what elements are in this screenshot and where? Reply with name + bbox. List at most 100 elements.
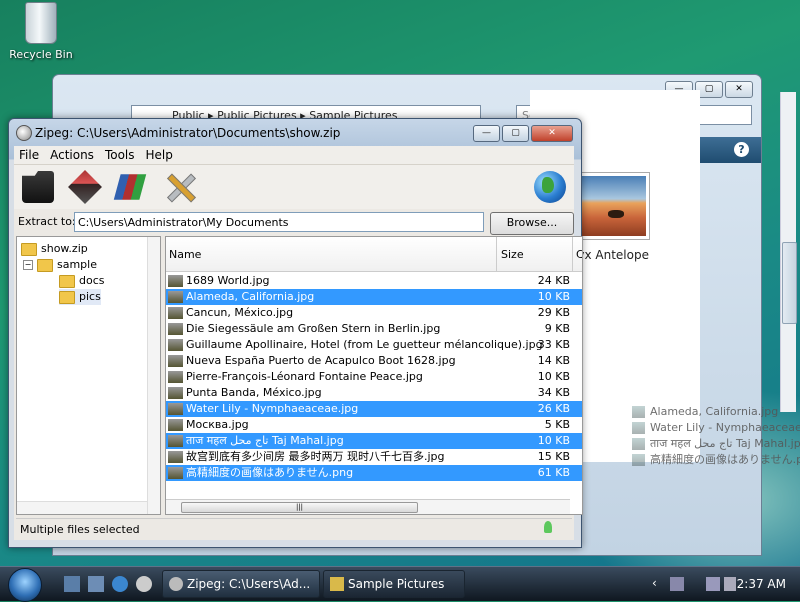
image-thumbnail-icon: [168, 371, 183, 383]
minimize-button[interactable]: —: [473, 125, 500, 142]
image-thumbnail-icon: [168, 323, 183, 335]
column-separator[interactable]: [572, 237, 573, 271]
tree-node-docs[interactable]: docs: [59, 273, 105, 289]
zipeg-body: File Actions Tools Help Extract to: C:\U…: [14, 146, 583, 540]
zipeg-window-controls: — ▢ ✕: [473, 125, 573, 142]
recycle-bin-label: Recycle Bin: [9, 48, 73, 61]
file-size: 34 KB: [537, 386, 570, 399]
tree-horizontal-scrollbar[interactable]: [17, 501, 147, 514]
tree-vertical-scrollbar[interactable]: [147, 237, 160, 514]
file-name: ताज महल تاج محل Taj Mahal.jpg: [186, 434, 344, 447]
image-thumbnail-icon: [168, 339, 183, 351]
file-row[interactable]: Water Lily - Nymphaeaceae.jpg 26 KB: [166, 401, 582, 417]
file-size: 10 KB: [537, 434, 570, 447]
books-icon[interactable]: [113, 174, 147, 200]
internet-explorer-icon[interactable]: [112, 576, 128, 592]
globe-icon[interactable]: [534, 171, 566, 203]
image-thumbnail-icon: [168, 291, 183, 303]
tree-node-show-zip[interactable]: show.zip: [21, 241, 88, 257]
drag-item: 高精細度の画像はありません.png: [632, 452, 800, 468]
menu-help[interactable]: Help: [141, 146, 179, 164]
maximize-button[interactable]: ▢: [502, 125, 529, 142]
menu-file[interactable]: File: [14, 146, 45, 164]
tree-node-pics[interactable]: pics: [59, 289, 101, 305]
file-list[interactable]: Name Size C 1689 World.jpg 24 KB Alameda, …: [165, 236, 583, 515]
image-icon: [632, 454, 645, 466]
help-icon[interactable]: ?: [734, 142, 749, 157]
file-row[interactable]: 故宫到底有多少间房 最多时两万 现时八千七百多.jpg 15 KB: [166, 449, 582, 465]
image-thumbnail-icon: [168, 435, 183, 447]
file-row[interactable]: Guillaume Apollinaire, Hotel (from Le gu…: [166, 337, 582, 353]
zipeg-logo-icon: [16, 125, 32, 141]
folder-icon: [59, 290, 75, 304]
image-thumbnail-icon: [168, 307, 183, 319]
list-header: Name Size C: [166, 237, 582, 272]
recycle-bin[interactable]: Recycle Bin: [6, 2, 76, 61]
explorer-scrollbar[interactable]: [780, 92, 797, 412]
start-button[interactable]: [8, 568, 42, 602]
file-row[interactable]: Alameda, California.jpg 10 KB: [166, 289, 582, 305]
computer-icon[interactable]: [706, 577, 720, 591]
extract-box-icon[interactable]: [68, 170, 102, 204]
file-name: 故宫到底有多少间房 最多时两万 现时八千七百多.jpg: [186, 450, 445, 463]
tools-icon[interactable]: [164, 171, 196, 203]
tree-node-sample[interactable]: − sample: [23, 257, 97, 273]
file-row[interactable]: 高精細度の画像はありません.png 61 KB: [166, 465, 582, 481]
file-name: Alameda, California.jpg: [186, 290, 315, 303]
extract-path-input[interactable]: C:\Users\Administrator\My Documents: [74, 212, 484, 232]
task-sample-pictures[interactable]: Sample Pictures: [323, 570, 465, 598]
file-size: 10 KB: [537, 290, 570, 303]
zipeg-logo-icon: [169, 577, 183, 591]
file-name: Nueva España Puerto de Acapulco Boot 162…: [186, 354, 456, 367]
file-size: 29 KB: [537, 306, 570, 319]
column-size[interactable]: Size: [501, 248, 524, 261]
open-folder-icon[interactable]: [22, 171, 54, 203]
menu-tools[interactable]: Tools: [100, 146, 141, 164]
file-row[interactable]: Cancun, México.jpg 29 KB: [166, 305, 582, 321]
collapse-icon[interactable]: −: [23, 260, 33, 270]
image-thumbnail-icon: [168, 355, 183, 367]
taskbar: Zipeg: C:\Users\Ad... Sample Pictures ‹ …: [0, 566, 800, 602]
column-more[interactable]: C: [576, 248, 582, 261]
zipeg-window[interactable]: Zipeg: C:\Users\Administrator\Documents\…: [8, 118, 583, 548]
file-row[interactable]: Nueva España Puerto de Acapulco Boot 162…: [166, 353, 582, 369]
file-name: Water Lily - Nymphaeaceae.jpg: [186, 402, 359, 415]
close-button[interactable]: ✕: [725, 81, 753, 98]
image-thumbnail-icon: [168, 387, 183, 399]
browse-button[interactable]: Browse...: [490, 212, 574, 235]
task-zipeg[interactable]: Zipeg: C:\Users\Ad...: [162, 570, 320, 598]
file-name: Guillaume Apollinaire, Hotel (from Le gu…: [186, 338, 543, 351]
file-row[interactable]: Москва.jpg 5 KB: [166, 417, 582, 433]
column-name[interactable]: Name: [169, 248, 201, 261]
folder-icon: [37, 258, 53, 272]
file-name: Pierre-François-Léonard Fontaine Peace.j…: [186, 370, 423, 383]
file-size: 9 KB: [544, 322, 570, 335]
file-row[interactable]: Die Siegessäule am Großen Stern in Berli…: [166, 321, 582, 337]
column-separator[interactable]: [496, 237, 497, 271]
chevron-left-icon[interactable]: ‹: [652, 576, 657, 590]
file-size: 61 KB: [537, 466, 570, 479]
list-horizontal-scrollbar[interactable]: |||: [166, 499, 570, 514]
folder-tree[interactable]: show.zip − sample docs pics: [16, 236, 161, 515]
file-row[interactable]: Pierre-François-Léonard Fontaine Peace.j…: [166, 369, 582, 385]
file-name: 高精細度の画像はありません.png: [186, 466, 354, 479]
file-row[interactable]: Punta Banda, México.jpg 34 KB: [166, 385, 582, 401]
menu-actions[interactable]: Actions: [45, 146, 100, 164]
file-name: Die Siegessäule am Großen Stern in Berli…: [186, 322, 441, 335]
show-desktop-icon[interactable]: [64, 576, 80, 592]
file-row[interactable]: 1689 World.jpg 24 KB: [166, 273, 582, 289]
file-size: 33 KB: [537, 338, 570, 351]
image-thumbnail-icon: [168, 275, 183, 287]
file-size: 26 KB: [537, 402, 570, 415]
volume-icon[interactable]: [724, 577, 736, 591]
image-thumbnail-icon: [168, 403, 183, 415]
zipeg-quicklaunch-icon[interactable]: [136, 576, 152, 592]
network-icon[interactable]: [670, 577, 684, 591]
scroll-thumb[interactable]: [782, 242, 797, 324]
file-size: 24 KB: [537, 274, 570, 287]
scroll-thumb[interactable]: |||: [181, 502, 418, 513]
clock[interactable]: 2:37 AM: [737, 577, 786, 591]
switch-windows-icon[interactable]: [88, 576, 104, 592]
file-row[interactable]: ताज महल تاج محل Taj Mahal.jpg 10 KB: [166, 433, 582, 449]
close-button[interactable]: ✕: [531, 125, 573, 142]
